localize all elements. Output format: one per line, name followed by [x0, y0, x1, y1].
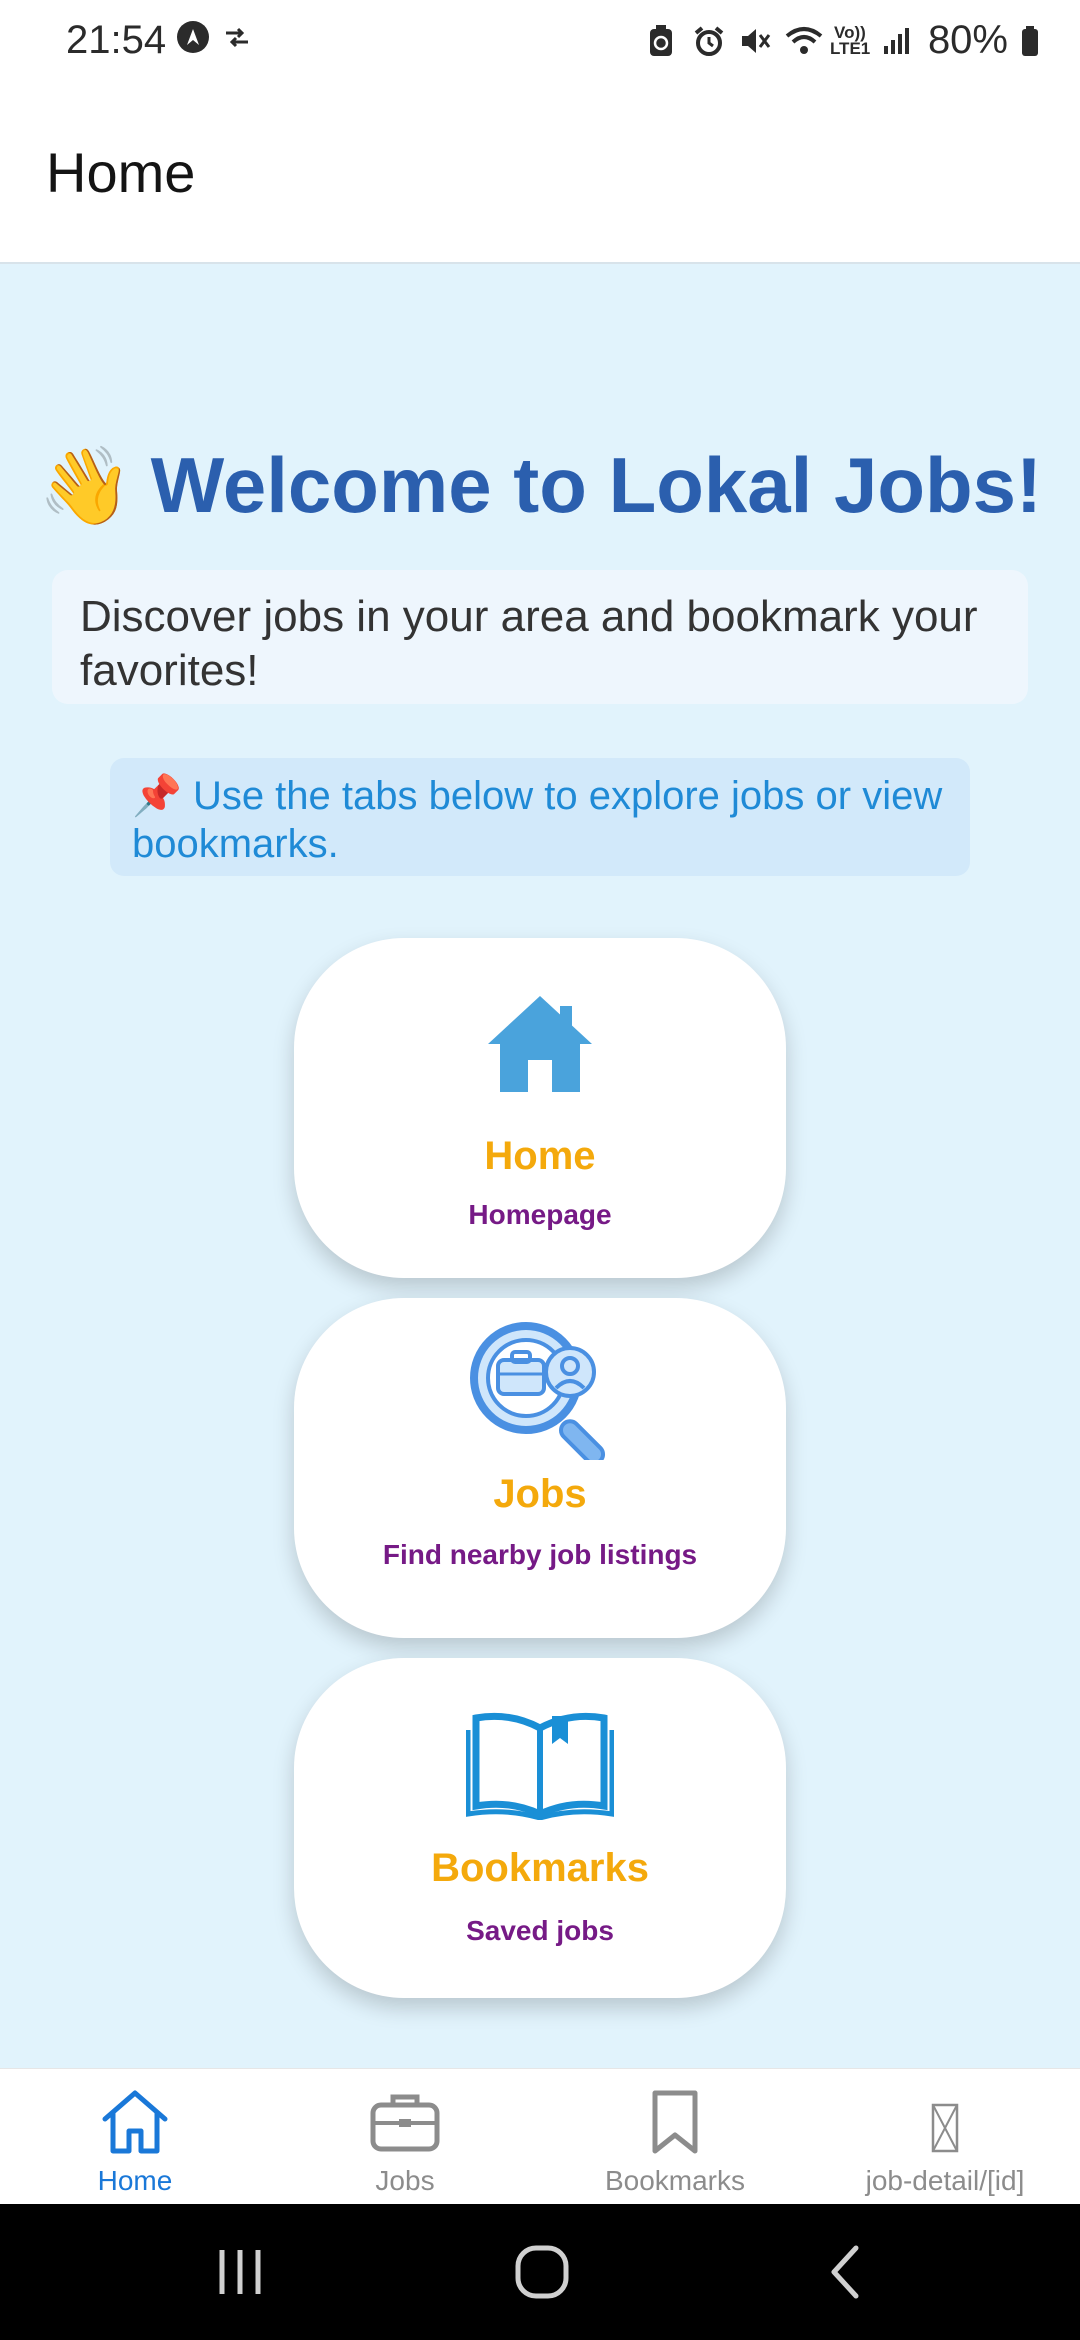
card-title: Home: [484, 1134, 596, 1178]
system-nav-bar: [0, 2204, 1080, 2340]
tab-jobs[interactable]: Jobs: [270, 2069, 540, 2205]
card-subtitle: Saved jobs: [466, 1915, 614, 1946]
open-book-icon: [294, 1708, 786, 1820]
tip-banner: 📌 Use the tabs below to explore jobs or …: [110, 758, 970, 876]
waving-hand-icon: 👋: [37, 444, 133, 529]
status-time: 21:54: [66, 18, 167, 62]
back-button[interactable]: [816, 2242, 876, 2302]
card-title: Bookmarks: [431, 1846, 649, 1890]
bookmark-icon: [540, 2089, 810, 2155]
alarm-icon: [692, 24, 726, 58]
home-button[interactable]: [512, 2242, 572, 2302]
mute-icon: [738, 24, 772, 58]
battery-icon: [1020, 24, 1040, 58]
navigation-app-icon: [176, 20, 210, 54]
welcome-text: Welcome to Lokal Jobs!: [150, 441, 1043, 529]
bottom-tab-bar: Home Jobs Bookmarks job-detail/[id]: [0, 2068, 1080, 2205]
tab-label: Jobs: [375, 2165, 435, 2196]
card-subtitle: Find nearby job listings: [382, 1539, 698, 1570]
volte-icon: Vo)) LTE1: [829, 22, 871, 58]
jobs-card[interactable]: Jobs Find nearby job listings: [294, 1298, 786, 1638]
missing-glyph-icon: [810, 2103, 1080, 2153]
tab-bookmarks[interactable]: Bookmarks: [540, 2069, 810, 2205]
wifi-icon: [784, 24, 823, 58]
app-header: Home: [0, 82, 1080, 264]
briefcase-icon: [270, 2089, 540, 2155]
battery-saver-icon: [646, 24, 680, 58]
bookmarks-card[interactable]: Bookmarks Saved jobs: [294, 1658, 786, 1998]
house-icon: [294, 992, 786, 1096]
tab-label: job-detail/[id]: [865, 2165, 1025, 2196]
welcome-heading: 👋 Welcome to Lokal Jobs!: [0, 440, 1080, 531]
tab-home[interactable]: Home: [0, 2069, 270, 2205]
tab-label: Home: [97, 2165, 173, 2196]
data-transfer-icon: [220, 20, 254, 54]
pushpin-icon: 📌: [132, 774, 182, 818]
job-search-icon: [294, 1316, 786, 1460]
home-card[interactable]: Home Homepage: [294, 938, 786, 1278]
recent-apps-button[interactable]: [210, 2242, 270, 2302]
signal-icon: [882, 24, 916, 58]
status-bar: 21:54 Vo)) LTE1 80%: [0, 0, 1080, 82]
tab-job-detail[interactable]: job-detail/[id]: [810, 2069, 1080, 2205]
tab-label: Bookmarks: [604, 2165, 746, 2196]
card-subtitle: Homepage: [468, 1199, 612, 1230]
battery-percentage: 80%: [927, 18, 1008, 62]
home-icon: [0, 2089, 270, 2155]
card-title: Jobs: [493, 1472, 587, 1516]
tip-text: Use the tabs below to explore jobs or vi…: [132, 774, 943, 866]
page-title: Home: [46, 141, 196, 204]
discover-text: Discover jobs in your area and bookmark …: [52, 570, 1028, 704]
